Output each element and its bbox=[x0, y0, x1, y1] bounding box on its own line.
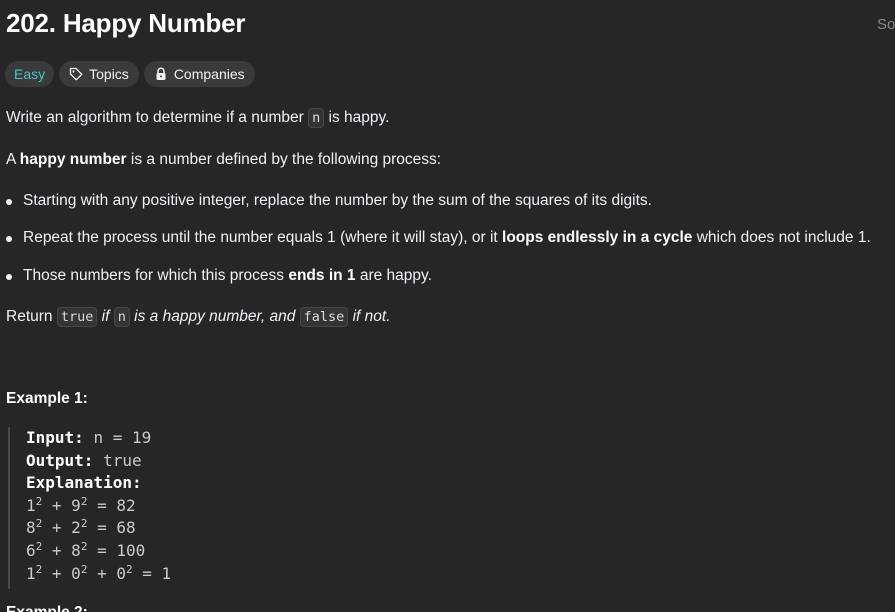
example-1-title: Example 1: bbox=[6, 390, 88, 407]
step-result: 1 bbox=[161, 563, 172, 583]
digit: 2 bbox=[71, 518, 81, 538]
step-result: 82 bbox=[116, 495, 136, 515]
inline-code: n bbox=[308, 108, 325, 128]
list-item-text: Those numbers for which this process end… bbox=[23, 265, 432, 287]
explanation-label: Explanation: bbox=[26, 473, 142, 493]
definition-paragraph: A happy number is a number defined by th… bbox=[6, 149, 441, 171]
example-output-line: Output: true bbox=[26, 450, 308, 473]
tag-row: Easy Topics Companies bbox=[5, 61, 255, 87]
list-item-text: Repeat the process until the number equa… bbox=[23, 227, 871, 249]
text: if bbox=[97, 308, 114, 325]
bullet-icon bbox=[6, 274, 12, 280]
companies-button[interactable]: Companies bbox=[143, 61, 255, 87]
intro-paragraph: Write an algorithm to determine if a num… bbox=[6, 107, 389, 129]
bullet-icon bbox=[6, 236, 12, 242]
list-item-text: Starting with any positive integer, repl… bbox=[23, 192, 652, 209]
tag-icon bbox=[69, 67, 83, 81]
difficulty-badge[interactable]: Easy bbox=[5, 61, 55, 87]
text: is a happy number, and bbox=[129, 308, 300, 325]
digit: 8 bbox=[71, 540, 81, 560]
solved-status-label: Solved bbox=[877, 16, 895, 33]
lock-icon bbox=[154, 67, 168, 81]
topics-button[interactable]: Topics bbox=[59, 61, 139, 87]
bullet-icon bbox=[6, 199, 12, 205]
exponent: 2 bbox=[80, 562, 88, 576]
text: Return bbox=[6, 308, 57, 325]
exponent: 2 bbox=[35, 517, 43, 531]
text: Repeat the process until the number equa… bbox=[23, 229, 503, 246]
exponent: 2 bbox=[125, 562, 133, 576]
example-2-title: Example 2: bbox=[6, 604, 88, 612]
text: Those numbers for which this process bbox=[23, 267, 289, 284]
bold-term: happy number bbox=[19, 151, 127, 168]
input-value: n = 19 bbox=[93, 428, 152, 447]
text: is a number defined by the following pro… bbox=[126, 151, 442, 168]
exponent: 2 bbox=[35, 539, 43, 553]
digit: 1 bbox=[26, 495, 36, 515]
exponent: 2 bbox=[80, 517, 88, 531]
problem-description-panel: 202. Happy Number Solved Easy Topics bbox=[0, 0, 895, 612]
digit: 0 bbox=[71, 563, 81, 583]
exponent: 2 bbox=[80, 539, 88, 553]
text: A bbox=[6, 151, 20, 168]
problem-title: 202. Happy Number bbox=[6, 8, 246, 38]
text: Write an algorithm to determine if a num… bbox=[6, 109, 309, 126]
exponent: 2 bbox=[35, 494, 43, 508]
digit: 1 bbox=[26, 563, 36, 583]
digit: 9 bbox=[71, 495, 81, 515]
inline-code: true bbox=[56, 307, 98, 327]
inline-code: false bbox=[299, 307, 349, 327]
example-explanation-line: Explanation: bbox=[26, 472, 308, 495]
bold-term: loops endlessly in a cycle bbox=[502, 229, 693, 246]
explanation-step: 12 + 02 + 02 = 1 bbox=[26, 562, 172, 583]
text: are happy. bbox=[355, 267, 432, 284]
inline-code: n bbox=[113, 307, 130, 327]
companies-label: Companies bbox=[173, 66, 245, 82]
step-result: 68 bbox=[116, 518, 136, 538]
digit: 0 bbox=[116, 563, 126, 583]
explanation-step: 82 + 22 = 68 bbox=[26, 517, 136, 538]
input-label: Input: bbox=[26, 428, 84, 447]
exponent: 2 bbox=[80, 494, 88, 508]
bold-term: ends in 1 bbox=[288, 267, 356, 284]
explanation-step: 12 + 92 = 82 bbox=[26, 494, 136, 515]
digit: 8 bbox=[26, 518, 36, 538]
example-1-block: Input: n = 19 Output: true Explanation: … bbox=[8, 427, 308, 589]
return-paragraph: Return true if n is a happy number, and … bbox=[6, 306, 391, 328]
text: is happy. bbox=[324, 109, 390, 126]
example-input-line: Input: n = 19 bbox=[26, 427, 308, 450]
difficulty-label: Easy bbox=[14, 66, 46, 82]
digit: 6 bbox=[26, 540, 36, 560]
output-value: true bbox=[103, 450, 142, 470]
output-label: Output: bbox=[26, 450, 94, 470]
text: which does not include 1. bbox=[692, 229, 871, 246]
explanation-step: 62 + 82 = 100 bbox=[26, 539, 146, 560]
text: if not. bbox=[348, 308, 391, 325]
exponent: 2 bbox=[35, 562, 43, 576]
step-result: 100 bbox=[116, 540, 146, 560]
topics-label: Topics bbox=[89, 66, 129, 82]
